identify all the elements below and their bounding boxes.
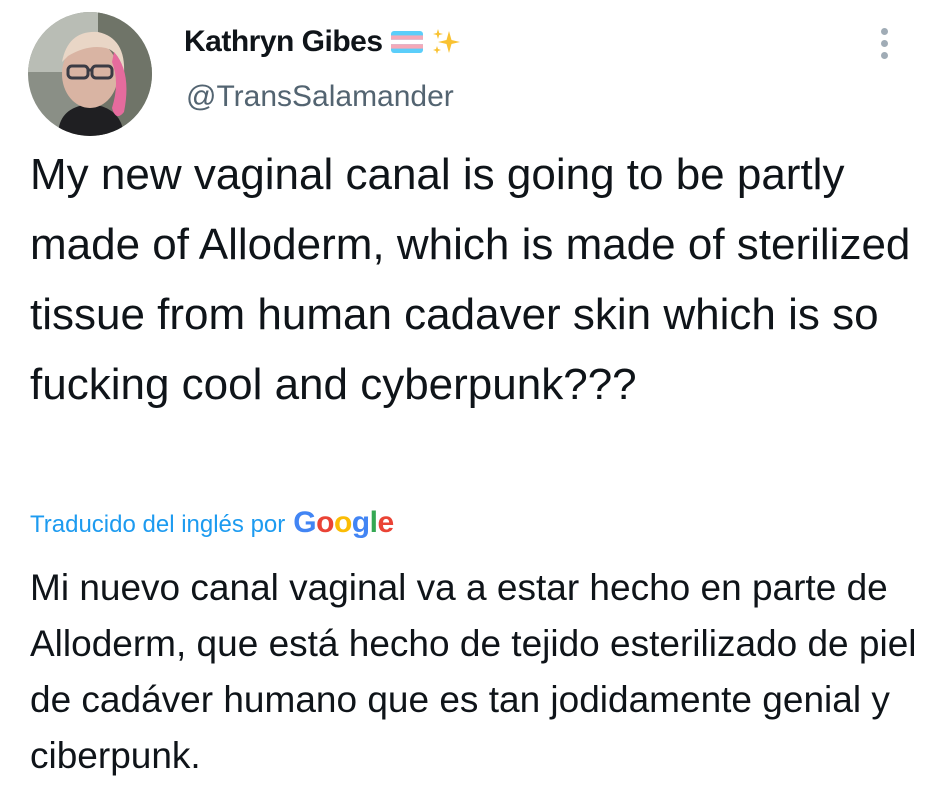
google-logo: Google: [293, 506, 394, 540]
translation-attribution: Traducido del inglés por Google: [30, 506, 394, 540]
google-logo-letter: o: [333, 506, 352, 539]
transgender-flag-icon: [390, 31, 423, 53]
tweet-text: My new vaginal canal is going to be part…: [30, 150, 911, 409]
more-vertical-icon: [880, 52, 888, 59]
author-name-row: Kathryn Gibes: [184, 25, 461, 59]
translated-by-label[interactable]: Traducido del inglés por: [30, 511, 285, 539]
google-logo-letter: o: [316, 506, 334, 539]
translated-tweet-text: Mi nuevo canal vaginal va a estar hecho …: [30, 567, 917, 776]
more-vertical-icon: [880, 40, 888, 47]
tweet-card: Kathryn Gibes @TransSalamander My new va…: [0, 0, 939, 800]
google-logo-letter: e: [377, 506, 394, 539]
more-options-button[interactable]: [874, 28, 894, 68]
google-logo-letter: g: [351, 506, 370, 539]
author-display-name[interactable]: Kathryn Gibes: [184, 25, 383, 59]
more-vertical-icon: [880, 28, 888, 35]
sparkles-icon: [431, 27, 461, 57]
author-handle[interactable]: @TransSalamander: [186, 80, 454, 114]
google-logo-letter: G: [293, 506, 317, 539]
avatar[interactable]: [28, 12, 152, 136]
